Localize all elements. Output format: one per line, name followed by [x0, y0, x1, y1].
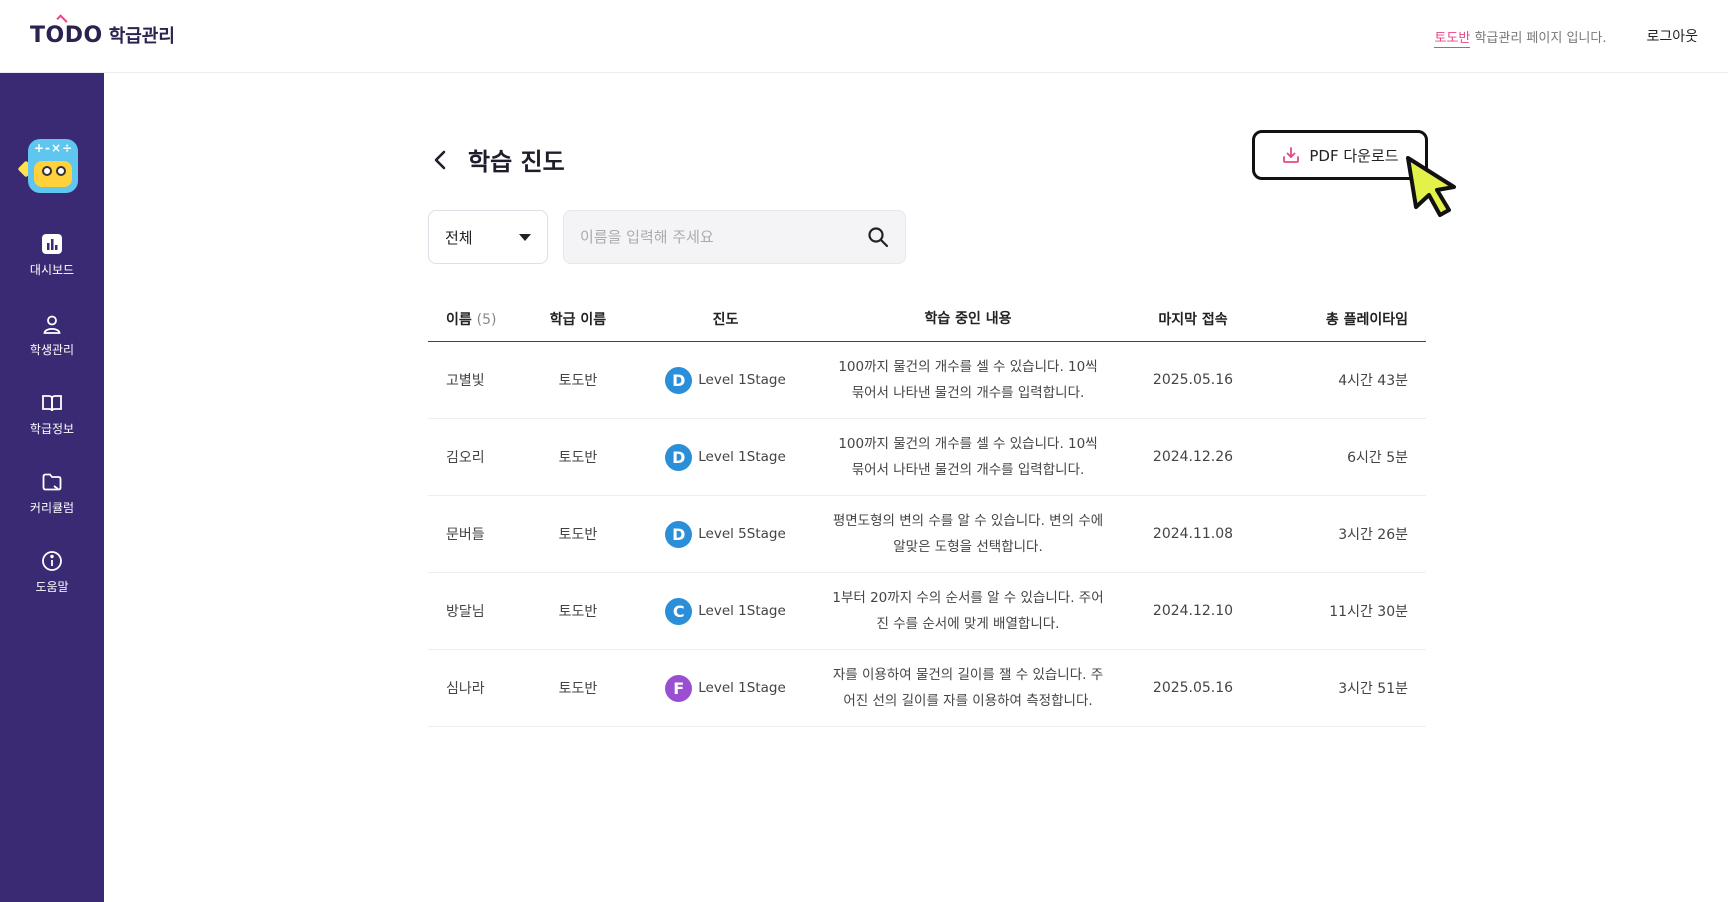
progress-cell: C Level 1Stage	[638, 597, 813, 625]
caret-down-icon	[519, 233, 531, 241]
col-header-last-access[interactable]: 마지막 접속	[1123, 309, 1263, 329]
sidebar-item-label: 학생관리	[29, 343, 75, 357]
playtime: 3시간 26분	[1338, 527, 1408, 543]
sidebar-item-label: 대시보드	[29, 263, 75, 277]
sidebar-item-class-info[interactable]: 학급정보	[0, 392, 104, 437]
class-name-link[interactable]: 토도반	[1434, 30, 1471, 48]
class-filter-select[interactable]: 전체	[428, 210, 548, 264]
last-access: 2024.12.10	[1152, 603, 1234, 619]
progress-cell: D Level 5Stage	[638, 520, 813, 548]
last-access: 2024.11.08	[1152, 526, 1234, 542]
playtime: 4시간 43분	[1338, 373, 1408, 389]
content-cell: 1부터 20까지 수의 순서를 알 수 있습니다. 주어 진 수를 순서에 맞게 …	[832, 590, 1104, 632]
level-text: Level 1Stage	[698, 449, 786, 465]
sidebar-item-label: 도움말	[35, 580, 69, 594]
page-title: 학습 진도	[468, 148, 565, 176]
level-text: Level 1Stage	[698, 680, 786, 696]
playtime: 3시간 51분	[1338, 681, 1408, 697]
sidebar-item-students[interactable]: 학생관리	[0, 313, 104, 358]
class-name: 토도반	[558, 604, 598, 620]
search-input[interactable]	[580, 228, 867, 246]
content-cell: 평면도형의 변의 수를 알 수 있습니다. 변의 수에 알맞은 도형을 선택합니다…	[832, 513, 1104, 555]
chevron-left-icon	[434, 150, 446, 170]
grade-badge: D	[665, 520, 693, 548]
folder-icon	[41, 471, 63, 493]
col-header-name[interactable]: 이름 (5)	[428, 309, 518, 329]
progress-cell: F Level 1Stage	[638, 674, 813, 702]
sidebar-item-label: 커리큘럼	[29, 501, 75, 515]
logo-subtitle: 학급관리	[108, 26, 175, 47]
col-header-playtime[interactable]: 총 플레이타임	[1263, 309, 1426, 329]
last-access: 2025.05.16	[1152, 372, 1234, 388]
grade-badge: F	[665, 674, 693, 702]
table-row[interactable]: 방달님 토도반 C Level 1Stage 1부터 20까지 수의 순서를 알 …	[428, 573, 1426, 650]
user-icon	[41, 313, 63, 335]
class-name: 토도반	[558, 681, 598, 697]
select-value: 전체	[445, 228, 473, 247]
class-name: 토도반	[558, 527, 598, 543]
student-name: 심나라	[446, 681, 485, 697]
logout-button[interactable]: 로그아웃	[1646, 26, 1698, 46]
grade-badge: D	[665, 443, 693, 471]
filter-bar: 전체	[428, 210, 906, 264]
table-row[interactable]: 고별빛 토도반 D Level 1Stage 100까지 물건의 개수를 셀 수 …	[428, 342, 1426, 419]
back-button[interactable]	[428, 146, 452, 174]
playtime: 11시간 30분	[1329, 604, 1408, 620]
header-right: 토도반 학급관리 페이지 입니다. 로그아웃	[1434, 26, 1698, 48]
pdf-download-button[interactable]: PDF 다운로드	[1252, 130, 1428, 180]
top-header: TODO 학급관리 토도반 학급관리 페이지 입니다. 로그아웃	[0, 0, 1728, 73]
progress-table: 이름 (5) 학급 이름 진도 학습 중인 내용 마지막 접속 총 플레이타임 …	[428, 296, 1426, 727]
table-row[interactable]: 심나라 토도반 F Level 1Stage 자를 이용하여 물건의 길이를 잴 …	[428, 650, 1426, 727]
table-row[interactable]: 문버들 토도반 D Level 5Stage 평면도형의 변의 수를 알 수 있습…	[428, 496, 1426, 573]
class-name: 토도반	[558, 450, 598, 466]
class-notice: 토도반 학급관리 페이지 입니다.	[1434, 30, 1607, 48]
book-icon	[41, 392, 63, 414]
student-name: 문버들	[446, 527, 485, 543]
bar-chart-icon	[41, 233, 63, 255]
content-cell: 100까지 물건의 개수를 셀 수 있습니다. 10씩 묶어서 나타낸 물건의 개…	[838, 436, 1098, 478]
col-header-content[interactable]: 학습 중인 내용	[813, 306, 1123, 332]
student-name: 김오리	[446, 450, 485, 466]
level-text: Level 1Stage	[698, 372, 786, 388]
logo-mark: TODO	[30, 14, 103, 48]
sidebar-item-curriculum[interactable]: 커리큘럼	[0, 471, 104, 516]
sidebar-item-dashboard[interactable]: 대시보드	[0, 233, 104, 278]
last-access: 2025.05.16	[1152, 680, 1234, 696]
page-header: 학습 진도 PDF 다운로드	[428, 130, 1428, 180]
student-name: 고별빛	[446, 373, 485, 389]
col-header-class[interactable]: 학급 이름	[518, 309, 638, 329]
mascot-logo-icon: +-×÷	[17, 135, 80, 195]
level-text: Level 1Stage	[698, 603, 786, 619]
search-icon[interactable]	[867, 226, 889, 248]
level-text: Level 5Stage	[698, 526, 786, 542]
app-logo[interactable]: TODO 학급관리	[30, 14, 175, 48]
col-header-progress[interactable]: 진도	[638, 309, 813, 329]
progress-cell: D Level 1Stage	[638, 443, 813, 471]
grade-badge: D	[665, 366, 693, 394]
grade-badge: C	[665, 597, 693, 625]
sidebar: +-×÷ 대시보드 학생관리 학급정보 커리큘럼 도움말	[0, 73, 104, 902]
cursor-arrow-icon	[1406, 156, 1456, 217]
student-name: 방달님	[446, 604, 485, 620]
sidebar-item-label: 학급정보	[29, 422, 75, 436]
search-box	[563, 210, 906, 264]
class-name: 토도반	[558, 373, 598, 389]
table-row[interactable]: 김오리 토도반 D Level 1Stage 100까지 물건의 개수를 셀 수 …	[428, 419, 1426, 496]
info-icon	[41, 550, 63, 572]
last-access: 2024.12.26	[1152, 449, 1234, 465]
download-icon	[1283, 147, 1300, 163]
pdf-download-label: PDF 다운로드	[1309, 146, 1399, 165]
table-header: 이름 (5) 학급 이름 진도 학습 중인 내용 마지막 접속 총 플레이타임	[428, 296, 1426, 342]
content-cell: 100까지 물건의 개수를 셀 수 있습니다. 10씩 묶어서 나타낸 물건의 개…	[838, 359, 1098, 401]
sidebar-item-help[interactable]: 도움말	[0, 550, 104, 595]
progress-cell: D Level 1Stage	[638, 366, 813, 394]
content-cell: 자를 이용하여 물건의 길이를 잴 수 있습니다. 주 어진 선의 길이를 자를 …	[832, 667, 1104, 709]
playtime: 6시간 5분	[1347, 450, 1408, 466]
